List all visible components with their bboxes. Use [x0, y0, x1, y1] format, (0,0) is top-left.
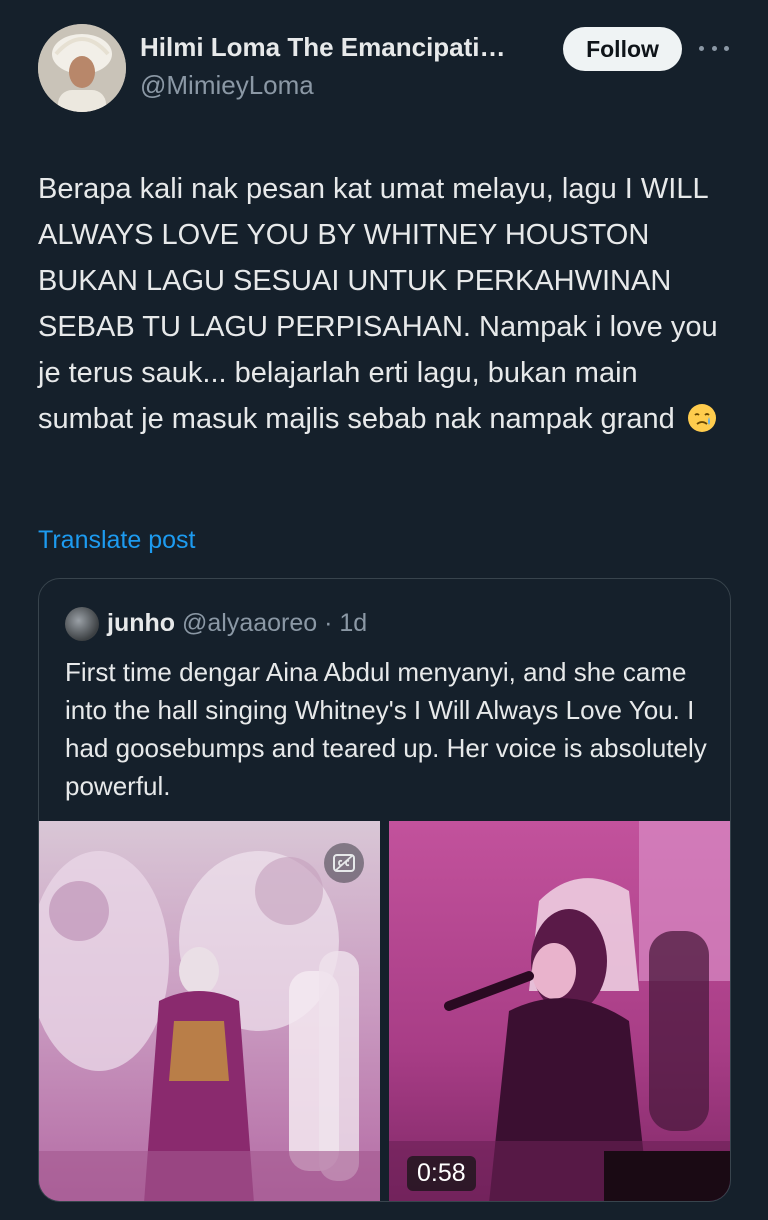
meta-separator: ·: [324, 609, 333, 637]
captions-icon[interactable]: [324, 843, 364, 883]
profile-avatar[interactable]: [38, 24, 126, 112]
singer-video-thumbnail: [389, 821, 730, 1201]
follow-button[interactable]: Follow: [563, 27, 682, 71]
quoted-media-video[interactable]: 0:58: [389, 821, 730, 1201]
quoted-author-avatar[interactable]: [65, 607, 99, 641]
more-horizontal-icon[interactable]: [699, 37, 729, 59]
quoted-post-meta: junho @alyaaoreo · 1d: [107, 609, 367, 638]
quoted-author-handle[interactable]: @alyaaoreo: [182, 609, 317, 637]
post-page: Hilmi Loma The Emancipati… @MimieyLoma F…: [0, 0, 768, 1220]
post-text-container: Berapa kali nak pesan kat umat melayu, l…: [38, 166, 738, 442]
crying-face-emoji-icon: [687, 404, 716, 432]
translate-post-link[interactable]: Translate post: [38, 526, 195, 555]
author-handle[interactable]: @MimieyLoma: [140, 70, 314, 101]
quoted-post-text: First time dengar Aina Abdul menyanyi, a…: [65, 657, 707, 801]
profile-avatar-icon: [38, 24, 126, 112]
quoted-post-card[interactable]: junho @alyaaoreo · 1d First time dengar …: [38, 578, 731, 1202]
quoted-author-name[interactable]: junho: [107, 609, 175, 637]
author-display-name[interactable]: Hilmi Loma The Emancipati…: [140, 32, 550, 63]
wedding-stage-image: [39, 821, 380, 1201]
video-duration-badge: 0:58: [407, 1156, 476, 1191]
quoted-post-time[interactable]: 1d: [339, 609, 367, 637]
quoted-media-image[interactable]: [39, 821, 380, 1201]
post-text: Berapa kali nak pesan kat umat melayu, l…: [38, 173, 718, 435]
